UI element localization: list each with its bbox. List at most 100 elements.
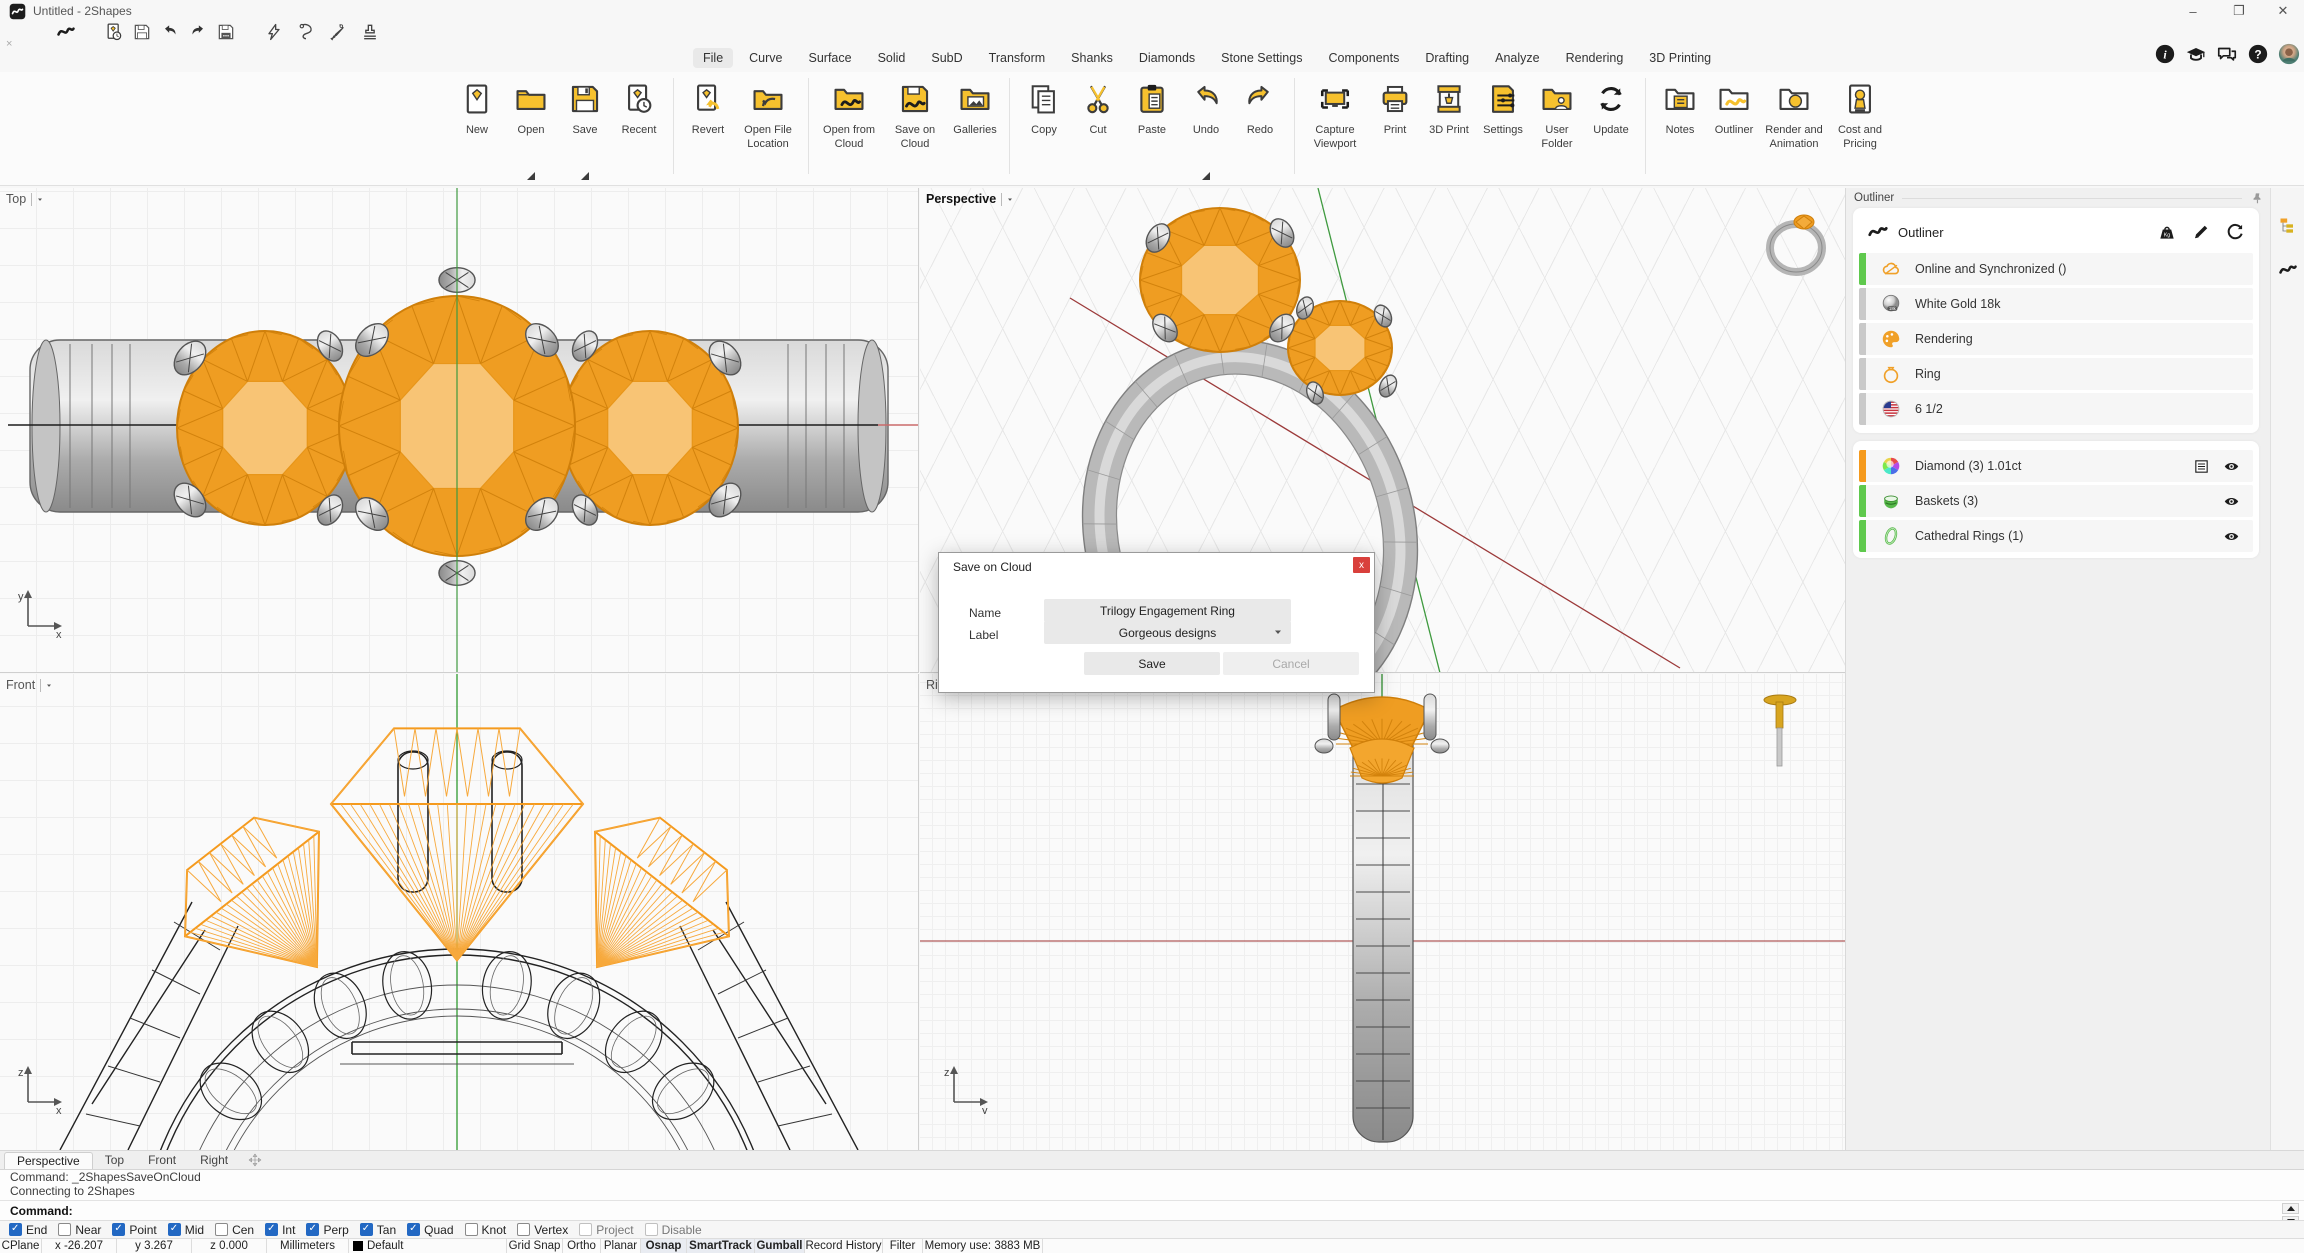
status-record-history[interactable]: Record History xyxy=(805,1239,883,1253)
osnap-cen[interactable]: Cen xyxy=(215,1223,254,1237)
status-layer[interactable]: Default xyxy=(349,1239,507,1253)
floppy-icon[interactable] xyxy=(132,22,152,42)
undo-button[interactable]: Undo xyxy=(1179,76,1233,172)
checkbox[interactable] xyxy=(112,1223,125,1236)
tab-file[interactable]: File xyxy=(693,48,733,68)
weight-kg-icon[interactable]: Kg xyxy=(2157,222,2177,242)
open-from-cloud-button[interactable]: Open from Cloud xyxy=(816,76,882,172)
outliner-item-ring[interactable]: Ring xyxy=(1859,358,2253,390)
osnap-quad[interactable]: Quad xyxy=(407,1223,453,1237)
eye-icon[interactable] xyxy=(2223,493,2240,510)
checkbox[interactable] xyxy=(58,1223,71,1236)
tab-diamonds[interactable]: Diamonds xyxy=(1129,48,1205,68)
osnap-tan[interactable]: Tan xyxy=(360,1223,396,1237)
dropdown-corner-icon[interactable] xyxy=(581,172,589,180)
tab-surface[interactable]: Surface xyxy=(799,48,862,68)
cancel-button[interactable]: Cancel xyxy=(1223,652,1359,675)
osnap-point[interactable]: Point xyxy=(112,1223,156,1237)
checkbox[interactable] xyxy=(645,1223,658,1236)
open-file-location-button[interactable]: Open File Location xyxy=(735,76,801,172)
info-icon[interactable]: i xyxy=(2154,43,2176,65)
checkbox[interactable] xyxy=(306,1223,319,1236)
osnap-perp[interactable]: Perp xyxy=(306,1223,348,1237)
viewport-right[interactable]: Right zy xyxy=(920,674,1845,1150)
name-input[interactable]: Trilogy Engagement Ring xyxy=(1044,599,1291,622)
chat-icon[interactable] xyxy=(2216,43,2238,65)
redo-icon[interactable] xyxy=(188,22,208,42)
cost-and-pricing-button[interactable]: Cost and Pricing xyxy=(1827,76,1893,172)
viewport-top[interactable]: Top yx xyxy=(0,188,919,673)
print-button[interactable]: Print xyxy=(1368,76,1422,172)
osnap-project[interactable]: Project xyxy=(579,1223,633,1237)
save-on-cloud-button[interactable]: Save on Cloud xyxy=(882,76,948,172)
outliner-item-rendering[interactable]: Rendering xyxy=(1859,323,2253,355)
viewport-tab-front[interactable]: Front xyxy=(136,1152,188,1168)
notes-button[interactable]: Notes xyxy=(1653,76,1707,172)
undo-icon[interactable] xyxy=(160,22,180,42)
save-button[interactable]: Save xyxy=(1084,652,1220,675)
tab-rendering[interactable]: Rendering xyxy=(1556,48,1634,68)
open-button[interactable]: Open xyxy=(504,76,558,172)
tab-curve[interactable]: Curve xyxy=(739,48,792,68)
viewport-tab-perspective[interactable]: Perspective xyxy=(4,1152,93,1169)
minimize-button[interactable]: – xyxy=(2176,2,2210,20)
tab-components[interactable]: Components xyxy=(1318,48,1409,68)
osnap-knot[interactable]: Knot xyxy=(465,1223,507,1237)
toolbar-close-icon[interactable]: × xyxy=(6,38,12,50)
logo-swirl-icon[interactable] xyxy=(2278,260,2298,280)
status-cplane[interactable]: CPlane xyxy=(0,1239,42,1253)
eye-icon[interactable] xyxy=(2223,528,2240,545)
restore-button[interactable]: ❐ xyxy=(2222,2,2256,20)
outliner-item-cathedral[interactable]: Cathedral Rings (1) xyxy=(1859,520,2253,552)
tab-transform[interactable]: Transform xyxy=(979,48,1056,68)
checkbox[interactable] xyxy=(360,1223,373,1236)
scroll-up-button[interactable] xyxy=(2282,1203,2299,1214)
copy-button[interactable]: Copy xyxy=(1017,76,1071,172)
status-smarttrack[interactable]: SmartTrack xyxy=(687,1239,755,1253)
floppy-dots-icon[interactable] xyxy=(216,22,236,42)
capture-viewport-button[interactable]: Capture Viewport xyxy=(1302,76,1368,172)
logo-swirl-icon[interactable] xyxy=(56,22,76,42)
pin-icon[interactable] xyxy=(2250,191,2264,205)
new-button[interactable]: New xyxy=(450,76,504,172)
checkbox[interactable] xyxy=(215,1223,228,1236)
tab-analyze[interactable]: Analyze xyxy=(1485,48,1549,68)
viewport-tab-right[interactable]: Right xyxy=(188,1152,240,1168)
outliner-button[interactable]: Outliner xyxy=(1707,76,1761,172)
update-button[interactable]: Update xyxy=(1584,76,1638,172)
cut-button[interactable]: Cut xyxy=(1071,76,1125,172)
viewport-perspective-label[interactable]: Perspective xyxy=(926,192,1014,206)
tab-subd[interactable]: SubD xyxy=(921,48,972,68)
freehand-icon[interactable] xyxy=(264,22,284,42)
dropdown-corner-icon[interactable] xyxy=(1202,172,1210,180)
viewport-tab-top[interactable]: Top xyxy=(93,1152,136,1168)
3d-print-button[interactable]: 3D Print xyxy=(1422,76,1476,172)
save-clock-icon[interactable] xyxy=(104,22,124,42)
viewport-top-label[interactable]: Top xyxy=(6,192,44,206)
save-button[interactable]: Save xyxy=(558,76,612,172)
eye-icon[interactable] xyxy=(2223,458,2240,475)
user-folder-button[interactable]: User Folder xyxy=(1530,76,1584,172)
osnap-mid[interactable]: Mid xyxy=(168,1223,204,1237)
checkbox[interactable] xyxy=(407,1223,420,1236)
osnap-end[interactable]: End xyxy=(9,1223,47,1237)
list-icon[interactable] xyxy=(2193,458,2210,475)
pencil-icon[interactable] xyxy=(2191,222,2211,242)
status-grid-snap[interactable]: Grid Snap xyxy=(507,1239,563,1253)
render-and-animation-button[interactable]: Render and Animation xyxy=(1761,76,1827,172)
help-icon[interactable]: ? xyxy=(2247,43,2269,65)
viewport-front-label[interactable]: Front xyxy=(6,678,53,692)
status-units[interactable]: Millimeters xyxy=(267,1239,349,1253)
tab-drafting[interactable]: Drafting xyxy=(1415,48,1479,68)
tab-3d-printing[interactable]: 3D Printing xyxy=(1639,48,1721,68)
stamp-icon[interactable] xyxy=(360,22,380,42)
lasso-icon[interactable] xyxy=(296,22,316,42)
command-prompt[interactable]: Command: xyxy=(0,1200,2304,1221)
osnap-near[interactable]: Near xyxy=(58,1223,101,1237)
outliner-item-diamond[interactable]: Diamond (3) 1.01ct xyxy=(1859,450,2253,482)
checkbox[interactable] xyxy=(9,1223,22,1236)
status-osnap[interactable]: Osnap xyxy=(641,1239,687,1253)
outliner-item-metal[interactable]: 18k White Gold 18k xyxy=(1859,288,2253,320)
osnap-disable[interactable]: Disable xyxy=(645,1223,702,1237)
tab-solid[interactable]: Solid xyxy=(868,48,916,68)
